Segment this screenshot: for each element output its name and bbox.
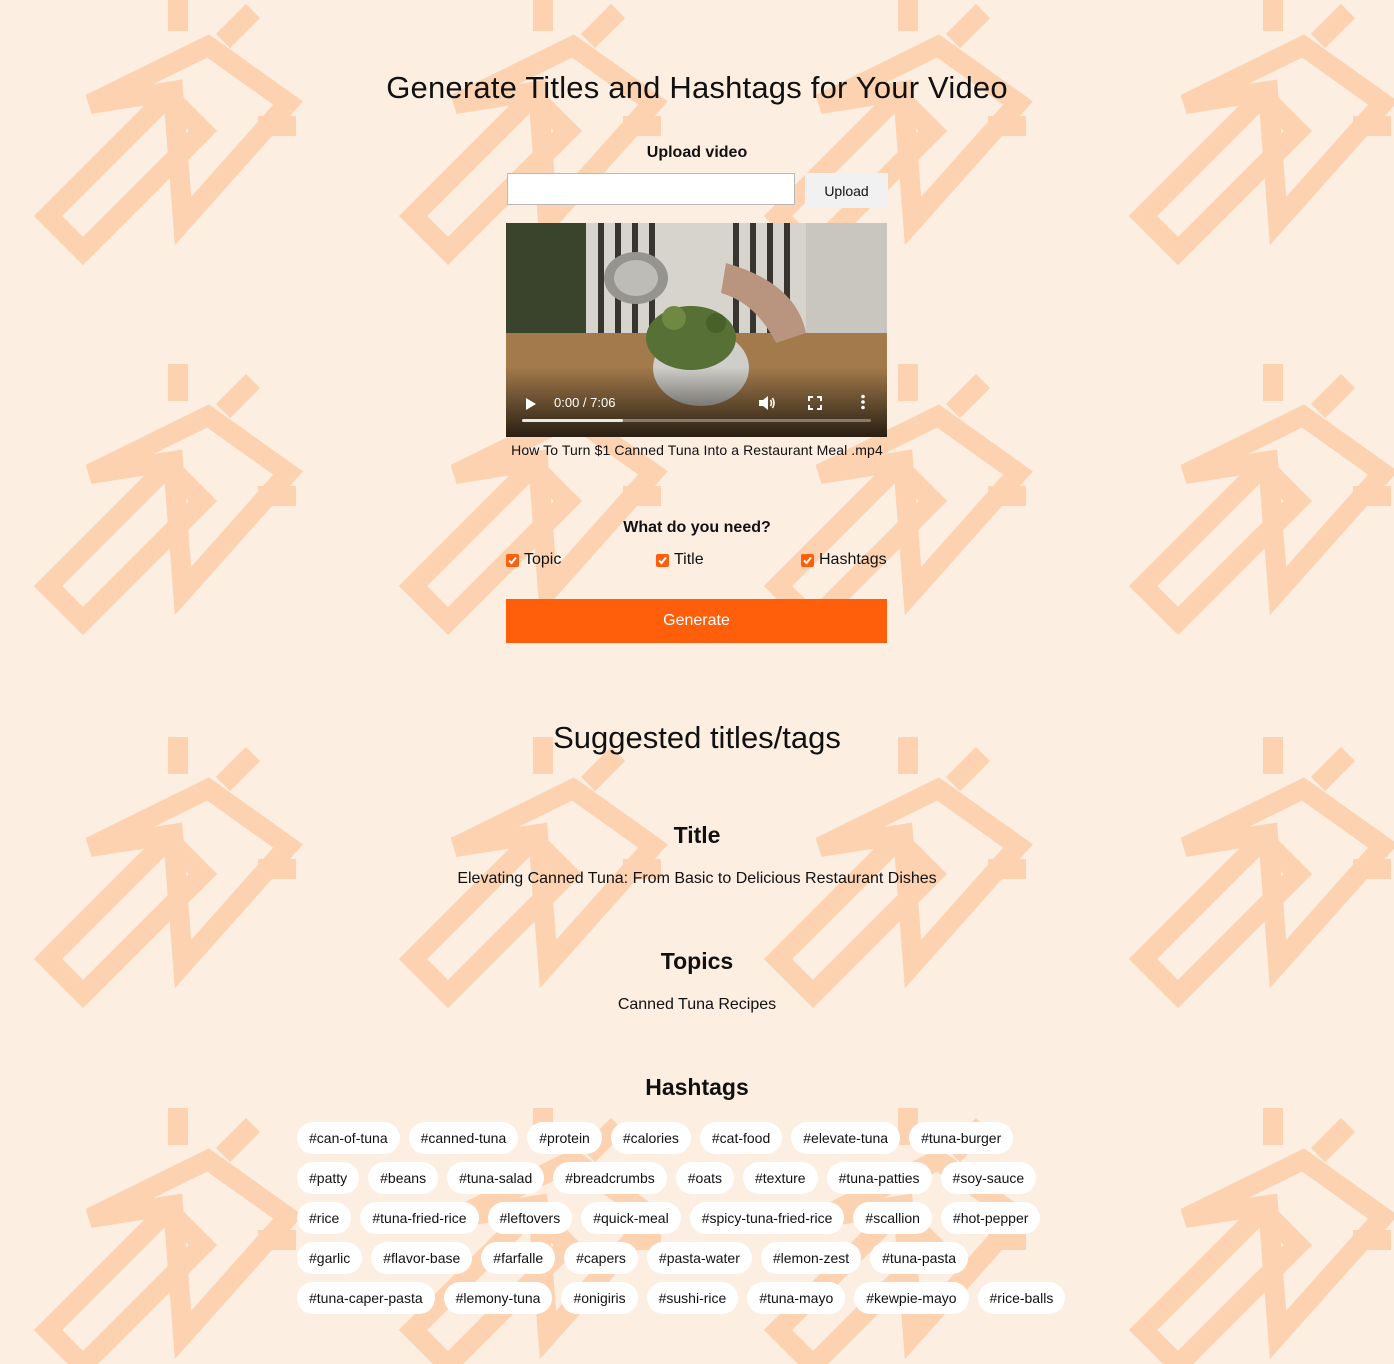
hashtag-chip[interactable]: #can-of-tuna <box>297 1122 400 1154</box>
hashtag-chip[interactable]: #texture <box>743 1162 818 1194</box>
hashtag-chip[interactable]: #tuna-salad <box>447 1162 545 1194</box>
suggested-title: Elevating Canned Tuna: From Basic to Del… <box>457 870 937 887</box>
hashtag-chip[interactable]: #patty <box>297 1162 360 1194</box>
hashtag-chip[interactable]: #hot-pepper <box>940 1202 1041 1234</box>
volume-icon[interactable] <box>758 395 776 411</box>
video-player[interactable]: 0:00 / 7:06 <box>506 223 887 437</box>
title-section-heading: Title <box>673 822 721 848</box>
checkbox-checked-icon[interactable] <box>656 553 669 567</box>
page-title: Generate Titles and Hashtags for Your Vi… <box>386 70 1008 105</box>
hashtag-chip[interactable]: #breadcrumbs <box>553 1162 667 1194</box>
upload-label: Upload video <box>646 144 748 161</box>
results-heading: Suggested titles/tags <box>553 720 841 755</box>
hashtag-chip[interactable]: #elevate-tuna <box>791 1122 901 1154</box>
checkbox-checked-icon[interactable] <box>506 553 519 567</box>
seek-progress <box>522 419 624 422</box>
hashtag-row: #tuna-caper-pasta #lemony-tuna #onigiris #s… <box>297 1282 1117 1314</box>
hashtag-chip[interactable]: #flavor-base <box>371 1242 473 1274</box>
hashtag-row: #can-of-tuna #canned-tuna #protein #calorie… <box>297 1122 1117 1154</box>
hashtag-chip[interactable]: #garlic <box>297 1242 363 1274</box>
hashtag-chip[interactable]: #onigiris <box>561 1282 638 1314</box>
hashtag-chip[interactable]: #leftovers <box>487 1202 573 1234</box>
hashtag-chip[interactable]: #rice <box>297 1202 352 1234</box>
hashtag-chip[interactable]: #soy-sauce <box>940 1162 1037 1194</box>
video-filename: How To Turn $1 Canned Tuna Into a Restau… <box>511 442 883 458</box>
hashtag-chip[interactable]: #calories <box>610 1122 691 1154</box>
hashtag-list: #can-of-tuna #canned-tuna #protein #calorie… <box>297 1122 1117 1322</box>
play-icon[interactable] <box>525 397 537 411</box>
hashtag-chip[interactable]: #scallion <box>853 1202 932 1234</box>
hashtag-chip[interactable]: #quick-meal <box>581 1202 681 1234</box>
suggested-topic: Canned Tuna Recipes <box>617 996 777 1013</box>
hashtag-row: #garlic #flavor-base #farfalle #capers #past… <box>297 1242 1117 1274</box>
video-file-input[interactable] <box>507 173 795 205</box>
topics-section-heading: Topics <box>660 948 734 974</box>
topic-label: Topic <box>524 551 562 568</box>
title-label: Title <box>674 551 704 568</box>
hashtags-checkbox[interactable]: Hashtags <box>801 550 887 570</box>
seek-bar[interactable] <box>522 419 871 422</box>
hashtag-chip[interactable]: #capers <box>564 1242 638 1274</box>
hashtag-chip[interactable]: #pasta-water <box>646 1242 752 1274</box>
hashtag-chip[interactable]: #tuna-pasta <box>870 1242 969 1274</box>
checkbox-checked-icon[interactable] <box>801 553 814 567</box>
options-label: What do you need? <box>623 519 771 536</box>
hashtag-row: #rice #tuna-fried-rice #leftovers #quick-me… <box>297 1202 1117 1234</box>
hashtag-chip[interactable]: #protein <box>527 1122 602 1154</box>
topic-checkbox[interactable]: Topic <box>506 550 561 570</box>
upload-button[interactable]: Upload <box>805 173 888 208</box>
time-display: 0:00 / 7:06 <box>554 395 616 410</box>
hashtag-chip[interactable]: #tuna-mayo <box>747 1282 846 1314</box>
hashtag-chip[interactable]: #farfalle <box>481 1242 556 1274</box>
hashtag-chip[interactable]: #tuna-patties <box>826 1162 932 1194</box>
hashtag-chip[interactable]: #kewpie-mayo <box>854 1282 969 1314</box>
hashtag-chip[interactable]: #oats <box>675 1162 734 1194</box>
hashtag-chip[interactable]: #rice-balls <box>977 1282 1066 1314</box>
hashtag-chip[interactable]: #tuna-caper-pasta <box>297 1282 435 1314</box>
hashtags-label: Hashtags <box>819 551 887 568</box>
title-checkbox[interactable]: Title <box>656 550 704 570</box>
hashtag-chip[interactable]: #spicy-tuna-fried-rice <box>689 1202 845 1234</box>
hashtag-chip[interactable]: #tuna-burger <box>909 1122 1014 1154</box>
hashtags-section-heading: Hashtags <box>645 1074 749 1100</box>
generate-button[interactable]: Generate <box>506 599 887 643</box>
hashtag-chip[interactable]: #beans <box>368 1162 439 1194</box>
more-options-icon[interactable] <box>860 394 866 410</box>
hashtag-chip[interactable]: #lemony-tuna <box>443 1282 553 1314</box>
hashtag-row: #patty #beans #tuna-salad #breadcrumbs #oats… <box>297 1162 1117 1194</box>
video-controls: 0:00 / 7:06 <box>506 367 887 437</box>
fullscreen-icon[interactable] <box>808 396 822 410</box>
hashtag-chip[interactable]: #sushi-rice <box>646 1282 739 1314</box>
hashtag-chip[interactable]: #canned-tuna <box>408 1122 519 1154</box>
hashtag-chip[interactable]: #cat-food <box>699 1122 783 1154</box>
hashtag-chip[interactable]: #tuna-fried-rice <box>360 1202 479 1234</box>
hashtag-chip[interactable]: #lemon-zest <box>760 1242 862 1274</box>
